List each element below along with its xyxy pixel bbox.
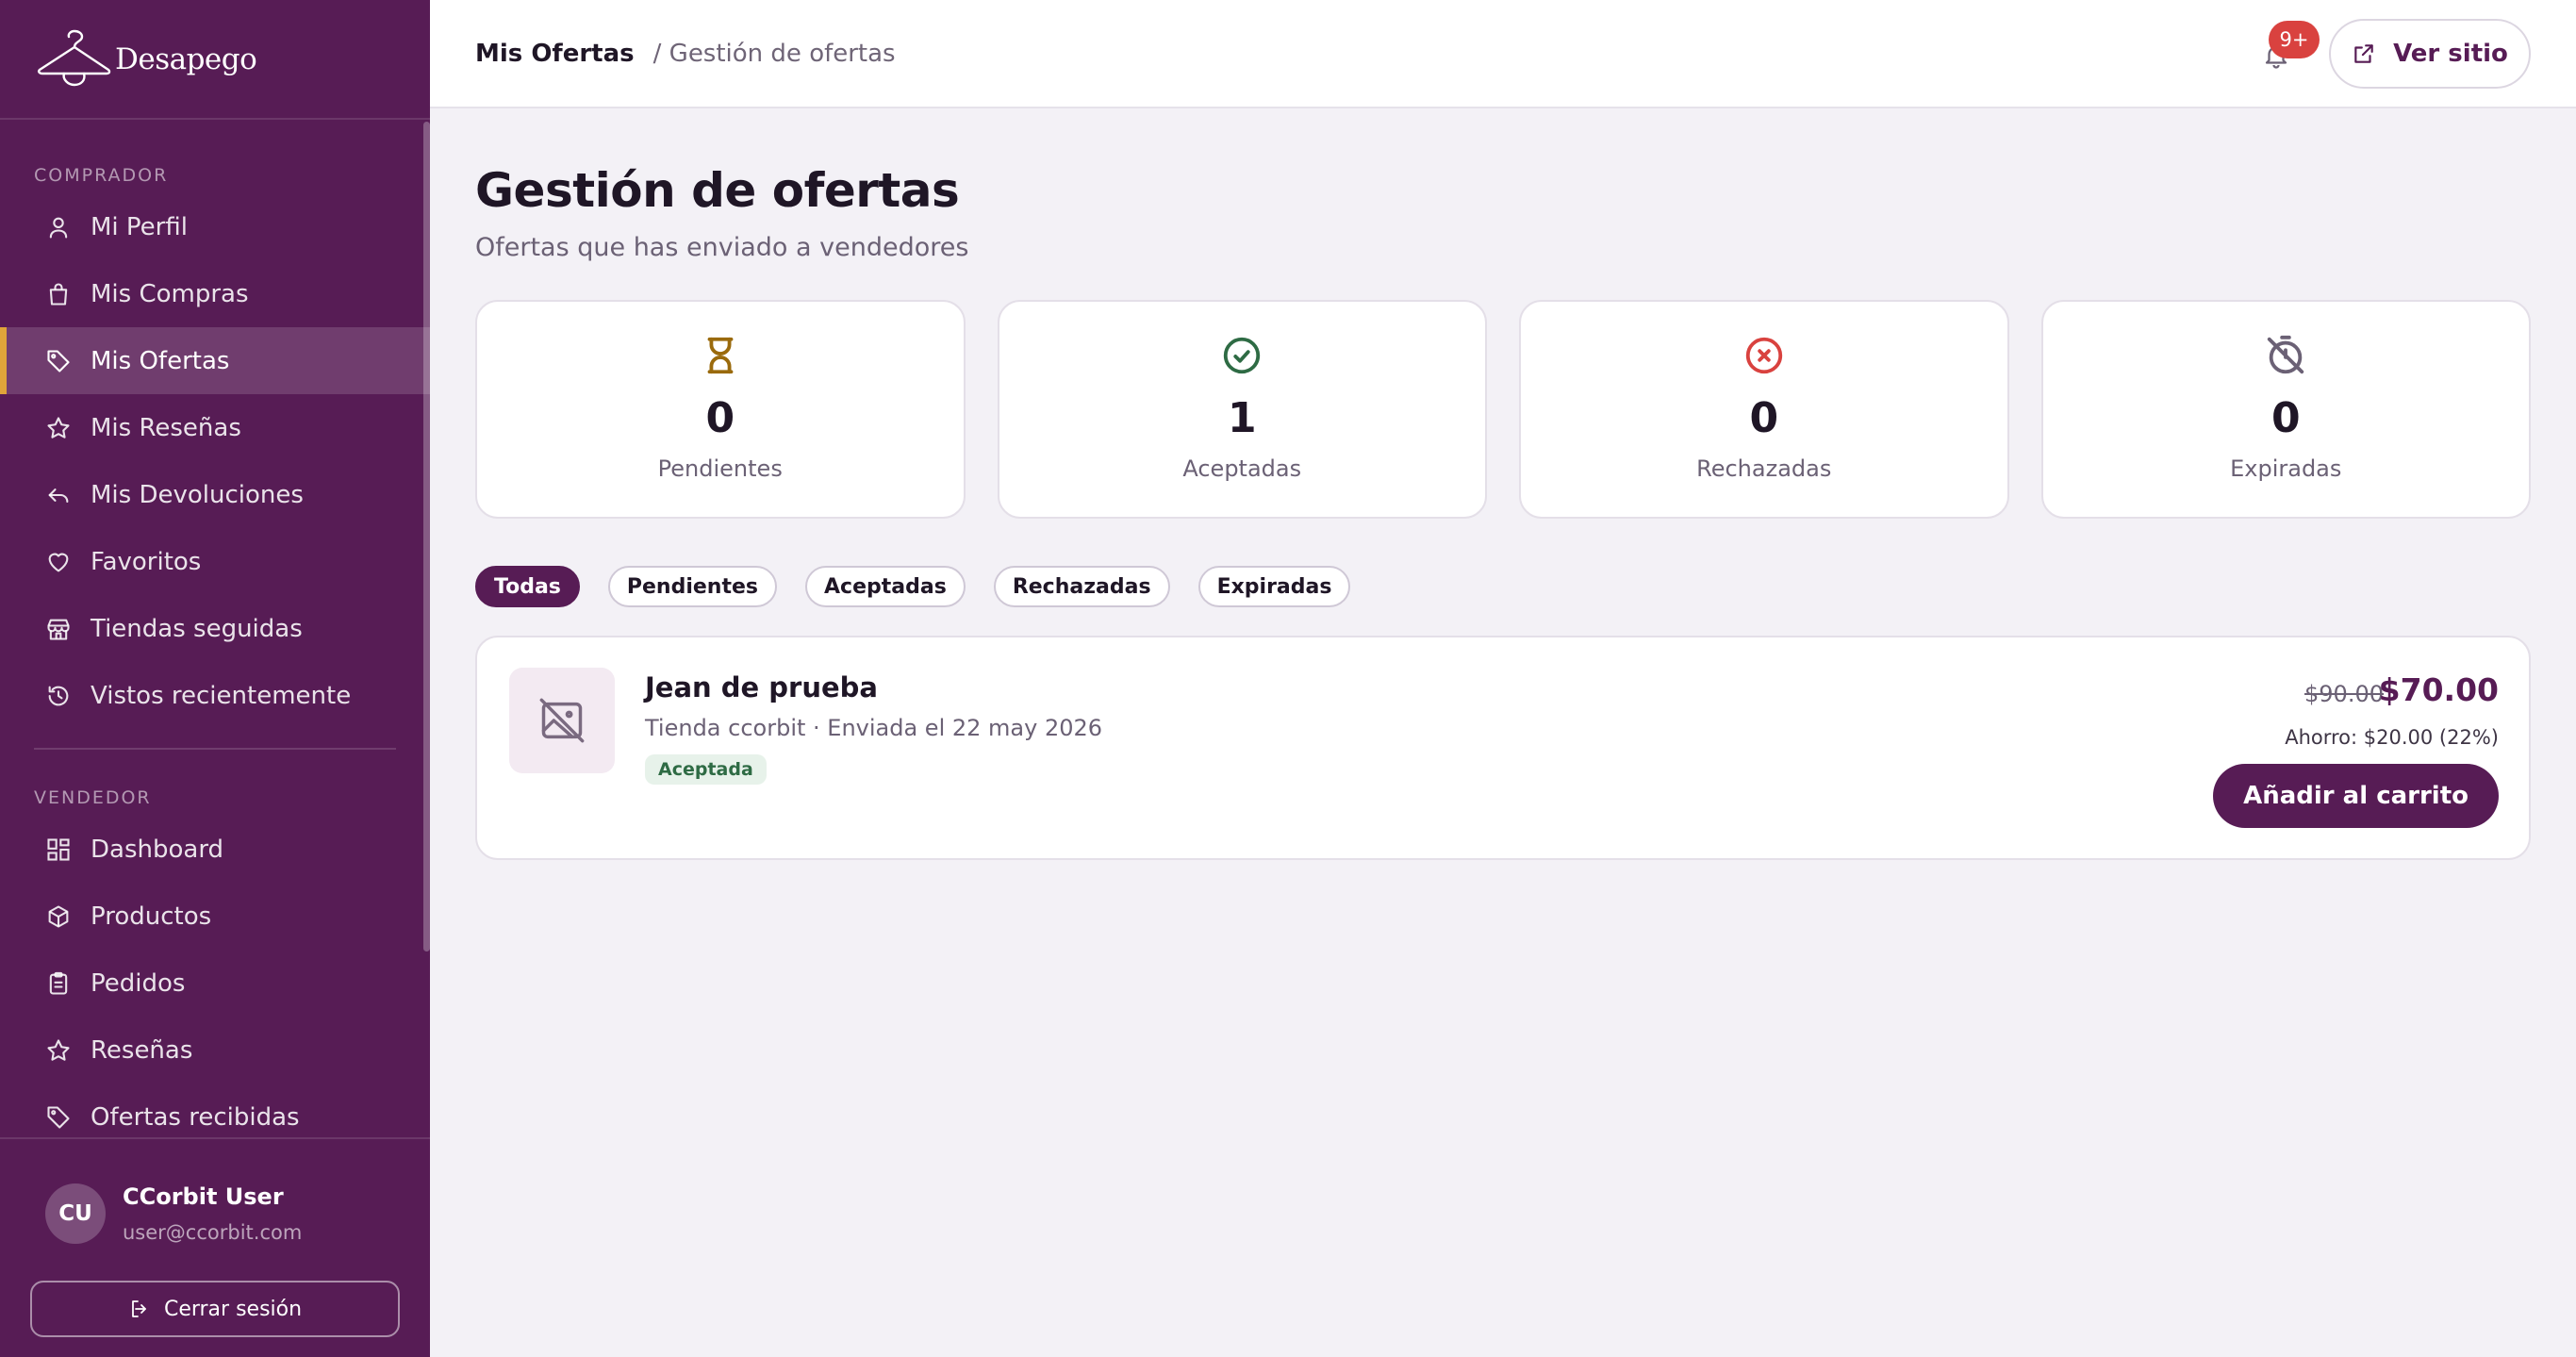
sidebar-item-label: Dashboard	[91, 835, 224, 864]
product-thumbnail[interactable]	[509, 668, 615, 773]
user-icon	[49, 217, 68, 239]
stat-label: Expiradas	[2230, 455, 2342, 482]
clipboard-icon	[49, 971, 68, 995]
stat-value: 0	[2271, 394, 2301, 442]
sidebar-item-mi-perfil[interactable]: Mi Perfil	[0, 193, 430, 260]
stat-card-expiradas: 0 Expiradas	[2040, 300, 2531, 519]
sidebar: Desapego COMPRADOR Mi Perfil Mis Compras…	[0, 0, 430, 1357]
sidebar-item-label: Productos	[91, 902, 212, 931]
sidebar-item-mis-compras[interactable]: Mis Compras	[0, 260, 430, 327]
x-circle-icon	[1745, 337, 1782, 374]
stat-label: Rechazadas	[1696, 455, 1832, 482]
sidebar-item-label: Mis Ofertas	[91, 346, 230, 375]
sidebar-item-label: Mis Devoluciones	[91, 480, 304, 509]
brand-name: Desapego	[115, 41, 257, 76]
filter-aceptadas[interactable]: Aceptadas	[805, 566, 966, 607]
stat-card-pendientes: 0 Pendientes	[475, 300, 966, 519]
logout-label: Cerrar sesión	[163, 1297, 303, 1321]
page-title: Gestión de ofertas	[475, 163, 960, 218]
offer-product-title[interactable]: Jean de prueba	[645, 671, 878, 703]
return-icon	[48, 488, 69, 503]
sidebar-item-label: Pedidos	[91, 968, 186, 998]
stat-value: 0	[705, 394, 735, 442]
image-off-icon	[539, 698, 585, 743]
hanger-logo-icon	[38, 29, 111, 86]
add-to-cart-button[interactable]: Añadir al carrito	[2213, 764, 2499, 828]
offer-card: Jean de prueba Tienda ccorbit · Enviada …	[475, 636, 2531, 860]
external-link-icon	[2354, 44, 2373, 63]
sidebar-item-mis-devoluciones[interactable]: Mis Devoluciones	[0, 461, 430, 528]
stats-row: 0 Pendientes 1 Aceptadas 0 Rechazadas 0 …	[475, 300, 2531, 519]
sidebar-item-ofertas-recibidas[interactable]: Ofertas recibidas	[0, 1084, 430, 1137]
avatar: CU	[45, 1183, 106, 1244]
sidebar-item-label: Mis Compras	[91, 279, 249, 308]
sidebar-item-mis-resenas[interactable]: Mis Reseñas	[0, 394, 430, 461]
history-icon	[48, 686, 69, 705]
brand-logo[interactable]: Desapego	[0, 0, 430, 120]
sidebar-item-label: Mis Reseñas	[91, 413, 241, 442]
breadcrumb-current: / Gestión de ofertas	[652, 39, 896, 68]
sidebar-item-favoritos[interactable]: Favoritos	[0, 528, 430, 595]
stat-value: 0	[1749, 394, 1779, 442]
dashboard-icon	[47, 837, 70, 861]
sidebar-item-label: Vistos recientemente	[91, 681, 352, 710]
filter-chips: Todas Pendientes Aceptadas Rechazadas Ex…	[475, 566, 2531, 607]
logout-icon	[132, 1300, 146, 1317]
sidebar-item-label: Ofertas recibidas	[91, 1102, 300, 1132]
sidebar-item-label: Mi Perfil	[91, 212, 188, 241]
sidebar-item-mis-ofertas[interactable]: Mis Ofertas	[0, 327, 430, 394]
sidebar-item-tiendas-seguidas[interactable]: Tiendas seguidas	[0, 595, 430, 662]
main-content: Gestión de ofertas Ofertas que has envia…	[475, 108, 2531, 860]
sidebar-scrollbar[interactable]	[423, 122, 430, 952]
section-label-buyer: COMPRADOR	[34, 165, 169, 186]
section-label-seller: VENDEDOR	[34, 787, 152, 808]
filter-pendientes[interactable]: Pendientes	[607, 566, 778, 607]
sidebar-item-label: Reseñas	[91, 1035, 193, 1065]
store-icon	[47, 619, 70, 640]
offer-price: $70.00	[2378, 671, 2499, 708]
original-price: $90.00	[2304, 681, 2384, 707]
page-subtitle: Ofertas que has enviado a vendedores	[475, 233, 969, 262]
logout-button[interactable]: Cerrar sesión	[30, 1281, 400, 1337]
saving-text: Ahorro: $20.00 (22%)	[2285, 726, 2499, 749]
star-icon	[47, 416, 70, 439]
user-name: CCorbit User	[123, 1183, 284, 1210]
stat-label: Pendientes	[657, 455, 783, 482]
sidebar-item-pedidos[interactable]: Pedidos	[0, 950, 430, 1017]
sidebar-item-vistos-recientemente[interactable]: Vistos recientemente	[0, 662, 430, 729]
offer-meta: Tienda ccorbit · Enviada el 22 may 2026	[645, 715, 1103, 741]
user-email: user@ccorbit.com	[123, 1221, 303, 1244]
tag-icon	[47, 349, 70, 372]
sidebar-footer: CU CCorbit User user@ccorbit.com Cerrar …	[0, 1137, 430, 1357]
notifications-badge: 9+	[2269, 21, 2320, 58]
stat-value: 1	[1227, 394, 1257, 442]
heart-icon	[48, 553, 69, 571]
sidebar-item-label: Favoritos	[91, 547, 202, 576]
view-site-button[interactable]: Ver sitio	[2329, 19, 2531, 89]
filter-todas[interactable]: Todas	[475, 566, 580, 607]
stat-card-aceptadas: 1 Aceptadas	[997, 300, 1487, 519]
sidebar-item-resenas[interactable]: Reseñas	[0, 1017, 430, 1084]
filter-rechazadas[interactable]: Rechazadas	[993, 566, 1170, 607]
sidebar-divider	[34, 748, 396, 750]
sidebar-item-productos[interactable]: Productos	[0, 883, 430, 950]
timer-off-icon	[2268, 335, 2304, 374]
view-site-label: Ver sitio	[2393, 40, 2508, 68]
check-circle-icon	[1224, 337, 1261, 374]
stat-card-rechazadas: 0 Rechazadas	[1519, 300, 2009, 519]
sidebar-item-label: Tiendas seguidas	[91, 614, 303, 643]
hourglass-icon	[707, 337, 734, 374]
status-badge: Aceptada	[645, 754, 767, 785]
box-icon	[48, 904, 69, 928]
sidebar-nav: COMPRADOR Mi Perfil Mis Compras Mis Ofer…	[0, 122, 430, 1137]
topbar: Mis Ofertas / Gestión de ofertas 9+ Ver …	[430, 0, 2576, 108]
tag-icon	[47, 1105, 70, 1129]
filter-expiradas[interactable]: Expiradas	[1197, 566, 1351, 607]
user-card: CU CCorbit User user@ccorbit.com	[0, 1139, 430, 1244]
breadcrumb-main[interactable]: Mis Ofertas	[475, 40, 635, 68]
stat-label: Aceptadas	[1182, 455, 1302, 482]
star-icon	[47, 1038, 70, 1061]
shopping-bag-icon	[49, 282, 68, 306]
sidebar-item-dashboard[interactable]: Dashboard	[0, 816, 430, 883]
